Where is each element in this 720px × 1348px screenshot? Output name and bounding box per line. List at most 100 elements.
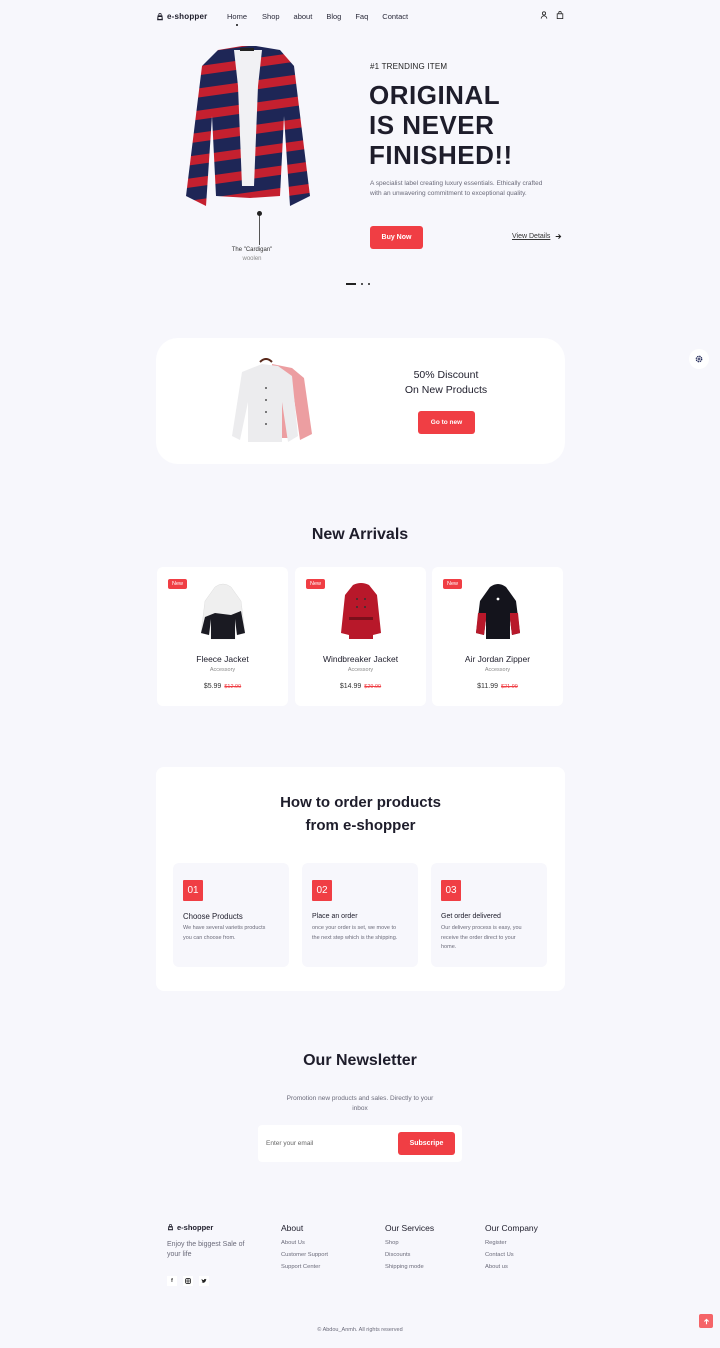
nav-shop[interactable]: Shop [262, 12, 280, 21]
order-step: 03 Get order delivered Our delivery proc… [431, 863, 547, 967]
gear-icon [695, 355, 703, 363]
title-line: from e-shopper [305, 817, 416, 834]
slide-dot-active[interactable] [346, 283, 356, 285]
footer-link[interactable]: About us [485, 1264, 538, 1270]
step-number: 03 [441, 880, 461, 901]
footer-link[interactable]: Shipping mode [385, 1264, 434, 1270]
step-description: once your order is set, we move to the n… [312, 925, 398, 941]
nav-home[interactable]: Home [227, 12, 248, 26]
product-card[interactable]: New Windbreaker Jacket Accessory $14.99 $… [295, 567, 426, 706]
nav-shop-label: Shop [262, 12, 280, 21]
title-line: How to order products [280, 794, 441, 811]
step-description: We have several varietis products you ca… [183, 925, 266, 941]
hero-product-name: The "Cardigan" [231, 247, 273, 253]
scroll-to-top-button[interactable] [699, 1314, 713, 1328]
order-step: 01 Choose Products We have several varie… [173, 863, 289, 967]
new-badge: New [168, 579, 188, 589]
jackets-image [232, 358, 312, 442]
slide-dot[interactable] [368, 283, 370, 285]
nav-icons [540, 11, 564, 19]
step-title: Choose Products [183, 912, 243, 921]
slide-dot[interactable] [361, 283, 363, 285]
email-input[interactable] [266, 1135, 391, 1151]
user-icon[interactable] [540, 11, 548, 19]
price-old: $21.99 [501, 684, 518, 690]
footer-logo[interactable]: e-shopper [167, 1223, 213, 1232]
nav-faq[interactable]: Faq [355, 12, 368, 21]
footer-link[interactable]: Discounts [385, 1252, 434, 1258]
product-category: Accessory [209, 667, 236, 673]
discount-line-1: 50% Discount [413, 369, 479, 381]
shopping-bag-icon [167, 1224, 174, 1231]
slider-dots [346, 283, 370, 285]
product-card[interactable]: New Fleece Jacket Accessory $5.99 $12.99 [157, 567, 288, 706]
product-card[interactable]: New Air Jordan Zipper Accessory $11.99 $2… [432, 567, 563, 706]
footer-link[interactable]: Register [485, 1240, 538, 1246]
arrivals-title: New Arrivals [311, 526, 409, 543]
settings-button[interactable] [689, 349, 709, 369]
active-indicator [236, 24, 238, 26]
brand-name: e-shopper [167, 12, 208, 21]
nav-blog-label: Blog [326, 12, 342, 21]
step-number: 01 [183, 880, 203, 901]
hero-title-line: ORIGINAL [369, 80, 501, 110]
product-category: Accessory [484, 667, 511, 673]
price-current: $14.99 [339, 683, 362, 690]
hero-description: A specialist label creating luxury essen… [370, 180, 543, 197]
footer-column-services: Our Services Shop Discounts Shipping mod… [385, 1223, 434, 1275]
hero-title-line: FINISHED!! [369, 140, 513, 170]
price-old: $12.99 [224, 684, 242, 690]
product-price: $14.99 $29.99 [295, 683, 426, 690]
newsletter-title: Our Newsletter [303, 1052, 417, 1069]
footer-link[interactable]: Support Center [281, 1264, 328, 1270]
new-badge: New [443, 579, 463, 589]
hero-eyebrow: #1 TRENDING ITEM [370, 62, 448, 71]
product-name: Air Jordan Zipper [464, 654, 531, 664]
subscribe-button[interactable]: Subscripe [398, 1132, 455, 1155]
air-jordan-zipper-image [476, 584, 520, 639]
instagram-icon[interactable] [183, 1276, 193, 1286]
facebook-icon[interactable]: f [167, 1276, 177, 1286]
nav-faq-label: Faq [355, 12, 369, 21]
brand-logo[interactable]: e-shopper [156, 12, 207, 21]
product-name: Fleece Jacket [196, 654, 249, 664]
footer-column-company: Our Company Register Contact Us About us [485, 1223, 538, 1275]
footer-brand-name: e-shopper [177, 1223, 214, 1232]
copyright: © Abdou_Anmh. All rights reserved [317, 1327, 403, 1333]
go-to-new-button[interactable]: Go to new [418, 411, 475, 434]
product-price: $5.99 $12.99 [157, 683, 288, 690]
buy-now-button[interactable]: Buy Now [370, 226, 423, 249]
footer-column-title: Our Company [485, 1223, 538, 1233]
cardigan-image [186, 46, 310, 206]
footer-link[interactable]: Shop [385, 1240, 434, 1246]
nav-about[interactable]: about [294, 12, 313, 21]
nav-home-label: Home [227, 12, 248, 21]
newsletter-description: Promotion new products and sales. Direct… [286, 1095, 434, 1112]
nav-blog[interactable]: Blog [326, 12, 341, 21]
step-number: 02 [312, 880, 332, 901]
hero-title: ORIGINAL IS NEVER FINISHED!! [369, 80, 513, 170]
footer-link[interactable]: Contact Us [485, 1252, 538, 1258]
newsletter-form: Subscripe [258, 1125, 462, 1162]
discount-line-2: On New Products [404, 384, 488, 396]
step-description: Our delivery process is easy, you receiv… [441, 925, 522, 950]
discount-title: 50% Discount On New Products [380, 368, 512, 398]
price-current: $5.99 [203, 683, 222, 690]
nav-contact[interactable]: Contact [382, 12, 408, 21]
footer-tagline: Enjoy the biggest Sale of your life [167, 1241, 245, 1258]
footer-column-title: About [281, 1223, 304, 1233]
discount-banner [156, 338, 565, 464]
pin-dot [257, 211, 262, 216]
shopping-bag-icon[interactable] [556, 11, 564, 19]
footer-link[interactable]: Customer Support [281, 1252, 328, 1258]
pin-line [259, 213, 260, 245]
order-step: 02 Place an order once your order is set… [302, 863, 418, 967]
footer-column-title: Our Services [385, 1223, 435, 1233]
hero-product-material: woolen [242, 256, 262, 262]
footer-link[interactable]: About Us [281, 1240, 328, 1246]
fleece-jacket-image [201, 583, 245, 640]
twitter-icon[interactable] [199, 1276, 209, 1286]
product-price: $11.99 $21.99 [432, 683, 563, 690]
social-links: f [167, 1276, 209, 1286]
view-details-link[interactable]: View Details [512, 233, 562, 240]
